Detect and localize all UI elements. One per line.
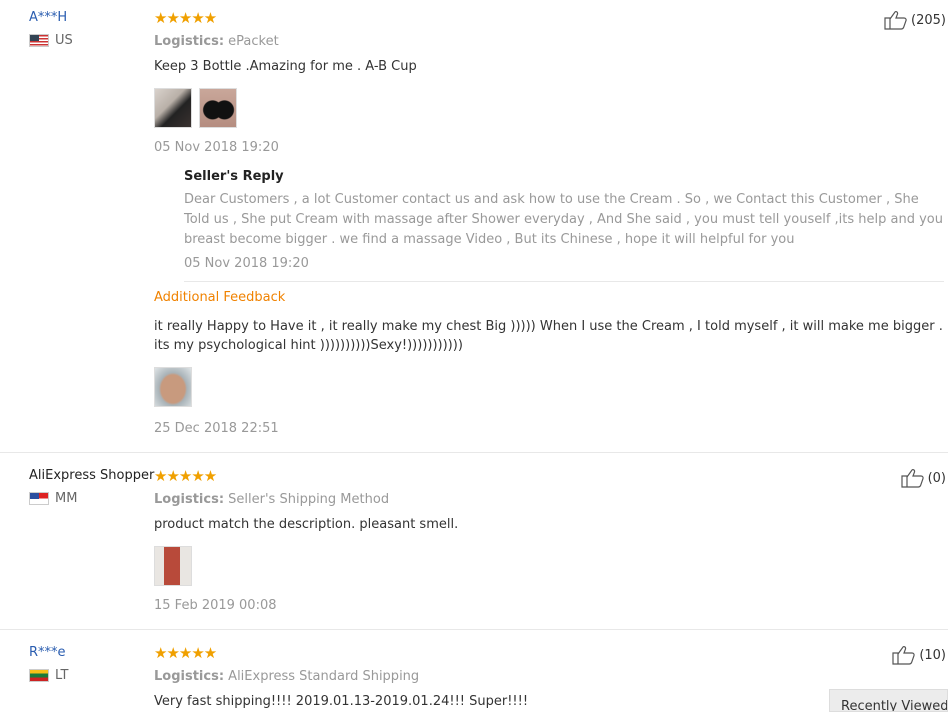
country-code: MM: [55, 491, 78, 506]
country-code: US: [55, 33, 73, 48]
additional-feedback-text: it really Happy to Have it , it really m…: [154, 319, 943, 353]
review-item: AliExpress Shopper MM (0) ★★★★★ Logistic…: [0, 468, 948, 628]
logistics-info: Logistics: ePacket: [154, 34, 279, 49]
reviewer-country: US: [29, 33, 73, 48]
review-text: product match the description. pleasant …: [154, 517, 459, 532]
review-date: 05 Nov 2018 19:20: [154, 140, 279, 155]
reviewer-name[interactable]: R***e: [29, 645, 68, 660]
additional-photos: [154, 367, 944, 407]
logistics-info: Logistics: Seller's Shipping Method: [154, 492, 390, 507]
review-text: Keep 3 Bottle .Amazing for me . A-B Cup: [154, 59, 417, 74]
additional-feedback-date: 25 Dec 2018 22:51: [154, 421, 279, 436]
reviewer-info: R***e LT: [29, 645, 68, 683]
star-rating: ★★★★★: [154, 9, 217, 27]
reviewer-name: AliExpress Shopper: [29, 468, 155, 483]
lt-flag-icon: [29, 669, 49, 682]
seller-reply-title: Seller's Reply: [184, 169, 284, 184]
seller-reply: Seller's Reply Dear Customers , a lot Cu…: [184, 169, 944, 282]
country-code: LT: [55, 668, 69, 683]
review-photo[interactable]: [154, 546, 192, 586]
review-photos: [154, 546, 944, 586]
reviewer-name[interactable]: A***H: [29, 10, 73, 25]
logistics-info: Logistics: AliExpress Standard Shipping: [154, 669, 420, 684]
review-text: Very fast shipping!!!! 2019.01.13-2019.0…: [154, 694, 529, 709]
mm-flag-icon: [29, 492, 49, 505]
review-item: R***e LT (10) ★★★★★ Logistics: AliExpres…: [0, 645, 948, 712]
review-body: ★★★★★ Logistics: AliExpress Standard Shi…: [154, 645, 944, 711]
review-body: ★★★★★ Logistics: Seller's Shipping Metho…: [154, 468, 944, 613]
review-item: A***H US (205) ★★★★★ Logistics: ePacket …: [0, 10, 948, 450]
review-date: 15 Feb 2019 00:08: [154, 598, 277, 613]
additional-feedback-title: Additional Feedback: [154, 290, 286, 305]
star-rating: ★★★★★: [154, 644, 217, 662]
recently-viewed-button[interactable]: Recently Viewed: [829, 689, 948, 712]
star-rating: ★★★★★: [154, 467, 217, 485]
review-photo[interactable]: [154, 88, 192, 128]
review-photo[interactable]: [199, 88, 237, 128]
review-photos: [154, 88, 944, 128]
review-divider: [0, 629, 948, 630]
reviewer-info: A***H US: [29, 10, 73, 48]
us-flag-icon: [29, 34, 49, 47]
reviewer-country: LT: [29, 668, 68, 683]
review-photo[interactable]: [154, 367, 192, 407]
review-body: ★★★★★ Logistics: ePacket Keep 3 Bottle .…: [154, 10, 944, 436]
reviewer-country: MM: [29, 491, 154, 506]
seller-reply-text: Dear Customers , a lot Customer contact …: [184, 192, 943, 247]
seller-reply-date: 05 Nov 2018 19:20: [184, 256, 309, 271]
reviewer-info: AliExpress Shopper MM: [29, 468, 154, 506]
review-divider: [0, 452, 948, 453]
divider: [184, 281, 944, 282]
